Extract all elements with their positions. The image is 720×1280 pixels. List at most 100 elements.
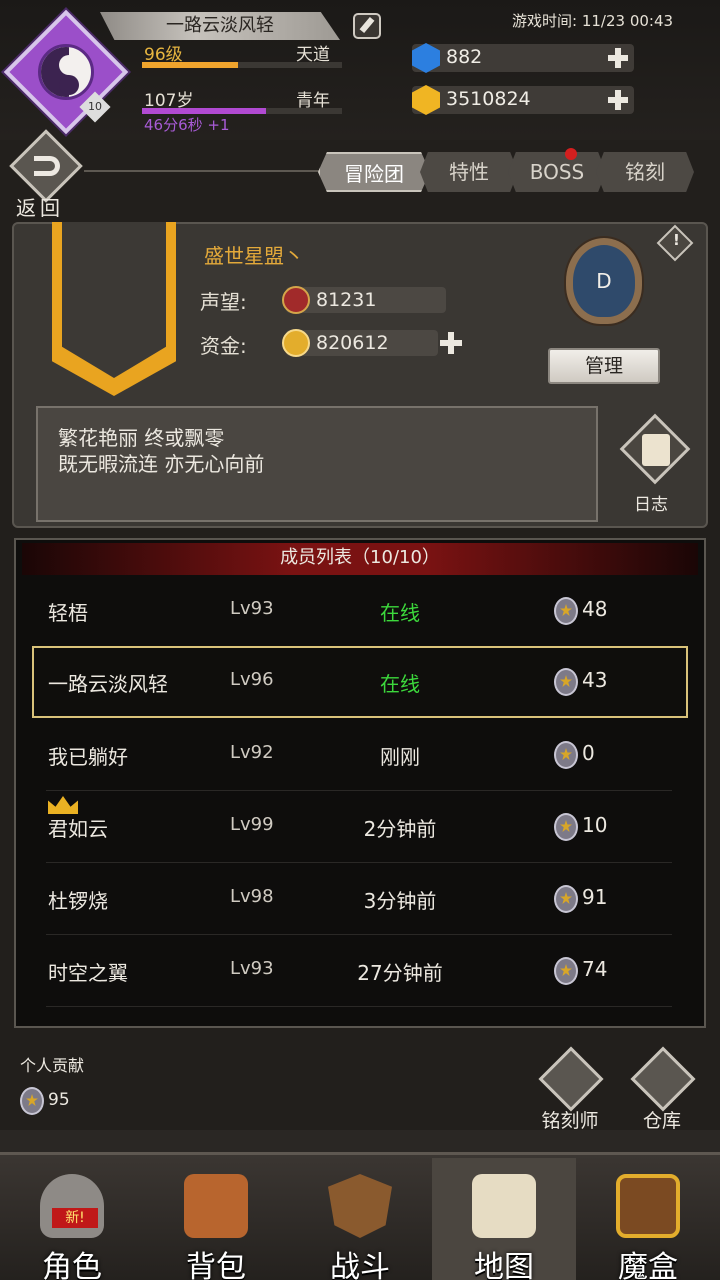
contribution-badge-icon: [554, 597, 578, 625]
age-timer: 46分6秒 +1: [144, 116, 230, 134]
member-status: 刚刚: [380, 745, 420, 769]
guild-motto-line2: 既无暇流连 亦无心向前: [58, 452, 265, 476]
member-status: 在线: [380, 601, 420, 625]
member-name: 君如云: [48, 817, 108, 841]
nav-item-role[interactable]: 新! 角色: [0, 1158, 144, 1280]
member-contribution: 91: [582, 885, 608, 909]
bottom-divider: [0, 1130, 720, 1152]
tab-boss[interactable]: BOSS: [508, 152, 606, 192]
info-mark: !: [673, 231, 680, 249]
helmet-icon: [40, 1174, 104, 1238]
nav-item-battle[interactable]: 战斗: [288, 1158, 432, 1280]
member-name: 我已躺好: [48, 745, 128, 769]
scroll-quill-icon: [642, 434, 670, 466]
member-status: 27分钟前: [357, 961, 443, 985]
edit-icon[interactable]: [353, 13, 381, 39]
magic-box-icon: [616, 1174, 680, 1238]
yin-yang-icon: [38, 44, 94, 100]
log-button[interactable]: 日志: [616, 413, 691, 515]
guild-rank-emblem: D: [566, 238, 642, 324]
reputation-icon: [282, 286, 310, 314]
member-status: 2分钟前: [363, 817, 437, 841]
nav-item-magic-box[interactable]: 魔盒: [576, 1158, 720, 1280]
guild-banner-icon[interactable]: [62, 222, 166, 378]
player-name: 一路云淡风轻: [100, 12, 340, 40]
nav-item-bag[interactable]: 背包: [144, 1158, 288, 1280]
warehouse-button[interactable]: 仓库: [622, 1046, 702, 1132]
member-row[interactable]: 君如云 Lv99 2分钟前 10: [32, 791, 688, 863]
game-time: 游戏时间: 11/23 00:43: [512, 12, 674, 30]
reputation-label: 声望:: [200, 290, 247, 314]
member-level: Lv93: [230, 598, 274, 619]
nav-label-magic-box: 魔盒: [618, 1250, 678, 1280]
funds-field: 820612: [282, 329, 438, 357]
member-row[interactable]: 时空之翼 Lv93 27分钟前 74: [32, 935, 688, 1007]
back-button[interactable]: 返回: [8, 129, 84, 220]
member-row[interactable]: 杜锣烧 Lv98 3分钟前 91: [32, 863, 688, 935]
nav-item-map[interactable]: 地图: [432, 1158, 576, 1280]
funds-coin-icon: [282, 329, 310, 357]
personal-contribution-value: 95: [48, 1090, 70, 1110]
warehouse-label: 仓库: [642, 1110, 681, 1132]
warehouse-icon: [630, 1046, 696, 1112]
log-label: 日志: [634, 495, 668, 515]
contribution-badge-icon: [20, 1087, 44, 1115]
nav-label-battle: 战斗: [330, 1250, 390, 1280]
reputation-value: 81231: [316, 289, 377, 311]
nav-label-map: 地图: [474, 1250, 534, 1280]
manage-button[interactable]: 管理: [548, 348, 660, 384]
add-gems-button[interactable]: [606, 46, 630, 70]
avatar-level-text: 10: [88, 100, 102, 113]
map-scroll-icon: [472, 1174, 536, 1238]
member-contribution: 10: [582, 813, 608, 837]
contribution-badge-icon: [554, 668, 578, 696]
gold-amount: 3510824: [446, 88, 531, 110]
member-level: Lv92: [230, 742, 274, 763]
member-level: Lv99: [230, 814, 274, 835]
nav-label-role: 角色: [42, 1250, 102, 1280]
member-row-selected[interactable]: 一路云淡风轻 Lv96 在线 43: [32, 646, 688, 718]
member-contribution: 48: [582, 597, 608, 621]
member-row[interactable]: 我已躺好 Lv92 刚刚 0: [32, 719, 688, 791]
tab-traits[interactable]: 特性: [420, 152, 518, 192]
gem-icon: [412, 43, 440, 73]
personal-contribution-label: 个人贡献: [20, 1056, 85, 1075]
member-status: 在线: [380, 672, 420, 696]
member-contribution: 74: [582, 957, 608, 981]
add-gold-button[interactable]: [606, 88, 630, 112]
add-funds-button[interactable]: [438, 330, 464, 356]
tab-engrave[interactable]: 铭刻: [596, 152, 694, 192]
funds-label: 资金:: [200, 334, 247, 358]
contribution-badge-icon: [554, 813, 578, 841]
backpack-icon: [184, 1174, 248, 1238]
shield-sword-icon: [328, 1174, 392, 1238]
gem-currency: 882: [412, 43, 634, 73]
gold-currency: 3510824: [412, 85, 634, 115]
contribution-badge-icon: [554, 885, 578, 913]
gold-icon: [412, 85, 440, 115]
member-contribution: 43: [582, 668, 608, 692]
member-contribution: 0: [582, 741, 595, 765]
member-row[interactable]: 轻梧 Lv93 在线 48: [32, 575, 688, 647]
reputation-field: 81231: [282, 286, 446, 314]
contribution-badge-icon: [554, 957, 578, 985]
nav-label-bag: 背包: [186, 1250, 246, 1280]
member-name: 杜锣烧: [48, 889, 108, 913]
back-arrow-icon: [34, 156, 60, 176]
member-level: Lv98: [230, 886, 274, 907]
member-level: Lv96: [230, 669, 274, 690]
tab-adventure-group[interactable]: 冒险团: [318, 152, 430, 192]
member-level: Lv93: [230, 958, 274, 979]
guild-name: 盛世星盟丶: [204, 244, 304, 268]
engraver-button[interactable]: 铭刻师: [530, 1046, 610, 1132]
back-label: 返回: [16, 196, 64, 220]
tab-divider: [84, 170, 320, 172]
funds-value: 820612: [316, 332, 389, 354]
gem-amount: 882: [446, 46, 483, 68]
level-progress-fill: [142, 62, 238, 68]
member-status: 3分钟前: [363, 889, 437, 913]
contribution-badge-icon: [554, 741, 578, 769]
new-badge: 新!: [52, 1208, 98, 1228]
notification-dot-icon: [565, 148, 577, 160]
anvil-icon: [538, 1046, 604, 1112]
